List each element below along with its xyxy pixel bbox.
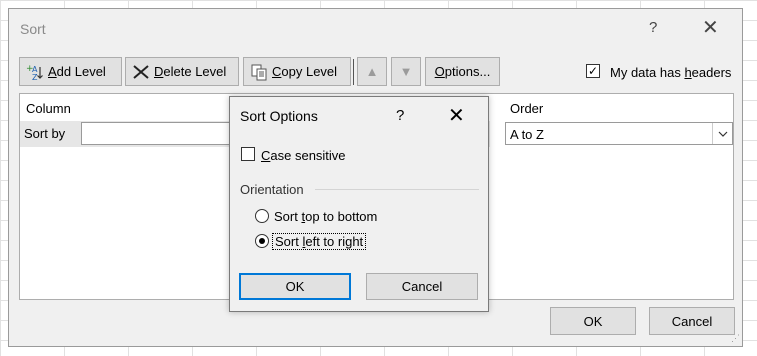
copy-level-button[interactable]: Copy Level — [243, 57, 351, 86]
case-sensitive-label[interactable]: Case sensitive — [261, 148, 346, 163]
sort-by-label: Sort by — [24, 126, 66, 141]
options-button[interactable]: Options... — [425, 57, 500, 86]
move-down-button[interactable]: ▼ — [391, 57, 421, 86]
sort-options-title: Sort Options — [240, 108, 318, 124]
sort-options-help-button[interactable]: ? — [396, 107, 404, 124]
order-dropdown[interactable]: A to Z — [505, 122, 733, 145]
options-label: Options... — [434, 64, 491, 79]
move-up-button[interactable]: ▲ — [357, 57, 387, 86]
ok-button[interactable]: OK — [550, 307, 636, 335]
resize-grip-icon[interactable]: ⋰ — [731, 333, 740, 344]
cancel-button[interactable]: Cancel — [649, 307, 735, 335]
delete-level-icon — [132, 64, 150, 80]
delete-level-label: Delete Level — [154, 64, 227, 79]
headers-checkbox[interactable]: ✓ — [586, 64, 600, 78]
dialog-title: Sort — [20, 21, 46, 37]
orientation-divider — [315, 189, 479, 190]
sort-left-to-right-radio[interactable] — [255, 234, 269, 248]
svg-text:Z: Z — [32, 73, 38, 81]
triangle-up-icon: ▲ — [365, 64, 379, 79]
help-button[interactable]: ? — [649, 19, 657, 36]
column-header: Column — [26, 101, 71, 116]
sort-top-to-bottom-radio[interactable] — [255, 209, 269, 223]
close-button[interactable]: ✕ — [702, 15, 719, 40]
sort-options-close-button[interactable]: ✕ — [448, 103, 465, 128]
orientation-label: Orientation — [240, 182, 304, 197]
sort-options-dialog: Sort Options ? ✕ Case sensitive Orientat… — [229, 96, 489, 312]
sort-top-to-bottom-label[interactable]: Sort top to bottom — [274, 209, 377, 224]
triangle-down-icon: ▼ — [399, 64, 413, 79]
order-header: Order — [510, 101, 544, 116]
delete-level-button[interactable]: Delete Level — [125, 57, 239, 86]
copy-level-icon — [250, 63, 268, 81]
add-level-label: Add Level — [48, 64, 106, 79]
toolbar-separator — [353, 59, 354, 85]
checkmark-icon: ✓ — [587, 64, 599, 78]
sort-left-to-right-label[interactable]: Sort left to right — [272, 233, 367, 250]
add-level-icon: + A Z — [26, 63, 44, 81]
order-value: A to Z — [510, 127, 544, 142]
case-sensitive-checkbox[interactable] — [241, 147, 255, 161]
add-level-button[interactable]: + A Z Add Level — [19, 57, 122, 86]
chevron-down-icon[interactable] — [712, 123, 732, 144]
sort-options-ok-button[interactable]: OK — [239, 273, 351, 300]
copy-level-label: Copy Level — [272, 64, 338, 79]
sort-options-cancel-button[interactable]: Cancel — [366, 273, 478, 300]
headers-checkbox-label[interactable]: My data has headers — [610, 65, 731, 80]
